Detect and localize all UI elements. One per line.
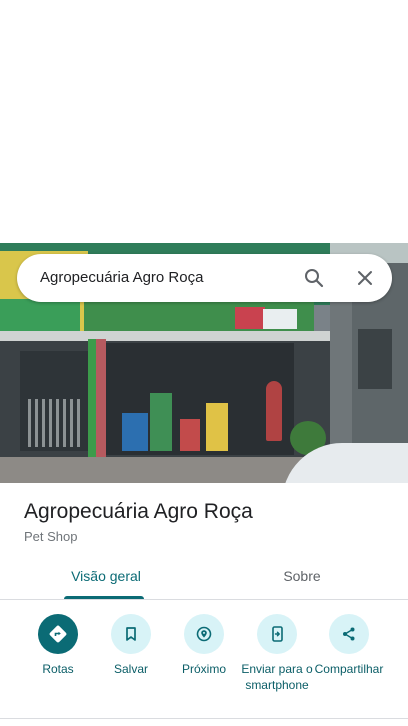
search-query[interactable]: Agropecuária Agro Roça <box>40 254 203 302</box>
tab-divider <box>0 599 408 600</box>
nearby-label: Próximo <box>181 662 226 676</box>
nearby-icon <box>184 614 224 654</box>
merchandise <box>206 403 228 451</box>
search-icon[interactable] <box>302 266 326 290</box>
directions-button[interactable]: Rotas <box>16 614 100 677</box>
nearby-button[interactable]: Próximo <box>162 614 246 677</box>
storefront-pillar-green <box>88 339 96 461</box>
map-area[interactable] <box>0 0 408 243</box>
share-icon <box>329 614 369 654</box>
tab-about[interactable]: Sobre <box>252 560 352 598</box>
storefront-pillar-red <box>96 339 106 461</box>
storefront-sign-red <box>235 307 265 329</box>
send-to-phone-icon <box>257 614 297 654</box>
save-label: Salvar <box>113 662 148 676</box>
merchandise <box>122 413 148 451</box>
section-divider <box>0 718 408 719</box>
search-bar[interactable]: Agropecuária Agro Roça <box>17 254 392 302</box>
place-category[interactable]: Pet Shop <box>24 529 78 544</box>
directions-label: Rotas <box>42 662 74 676</box>
share-label: Compartilhar <box>314 662 384 676</box>
share-button[interactable]: Compartilhar <box>307 614 391 677</box>
close-icon[interactable] <box>353 266 377 290</box>
directions-icon <box>38 614 78 654</box>
place-title: Agropecuária Agro Roça <box>24 500 253 523</box>
merchandise <box>180 419 200 451</box>
storefront-gate <box>28 399 84 447</box>
storefront-sign-white <box>263 309 297 329</box>
tab-overview[interactable]: Visão geral <box>56 560 156 598</box>
neighbor-window <box>358 329 392 389</box>
storefront-awning <box>0 331 330 341</box>
merchandise <box>150 393 172 451</box>
bookmark-icon <box>111 614 151 654</box>
send-to-phone-label: Enviar para o smartphone <box>241 662 313 692</box>
save-button[interactable]: Salvar <box>89 614 173 677</box>
person-figure <box>266 381 282 441</box>
